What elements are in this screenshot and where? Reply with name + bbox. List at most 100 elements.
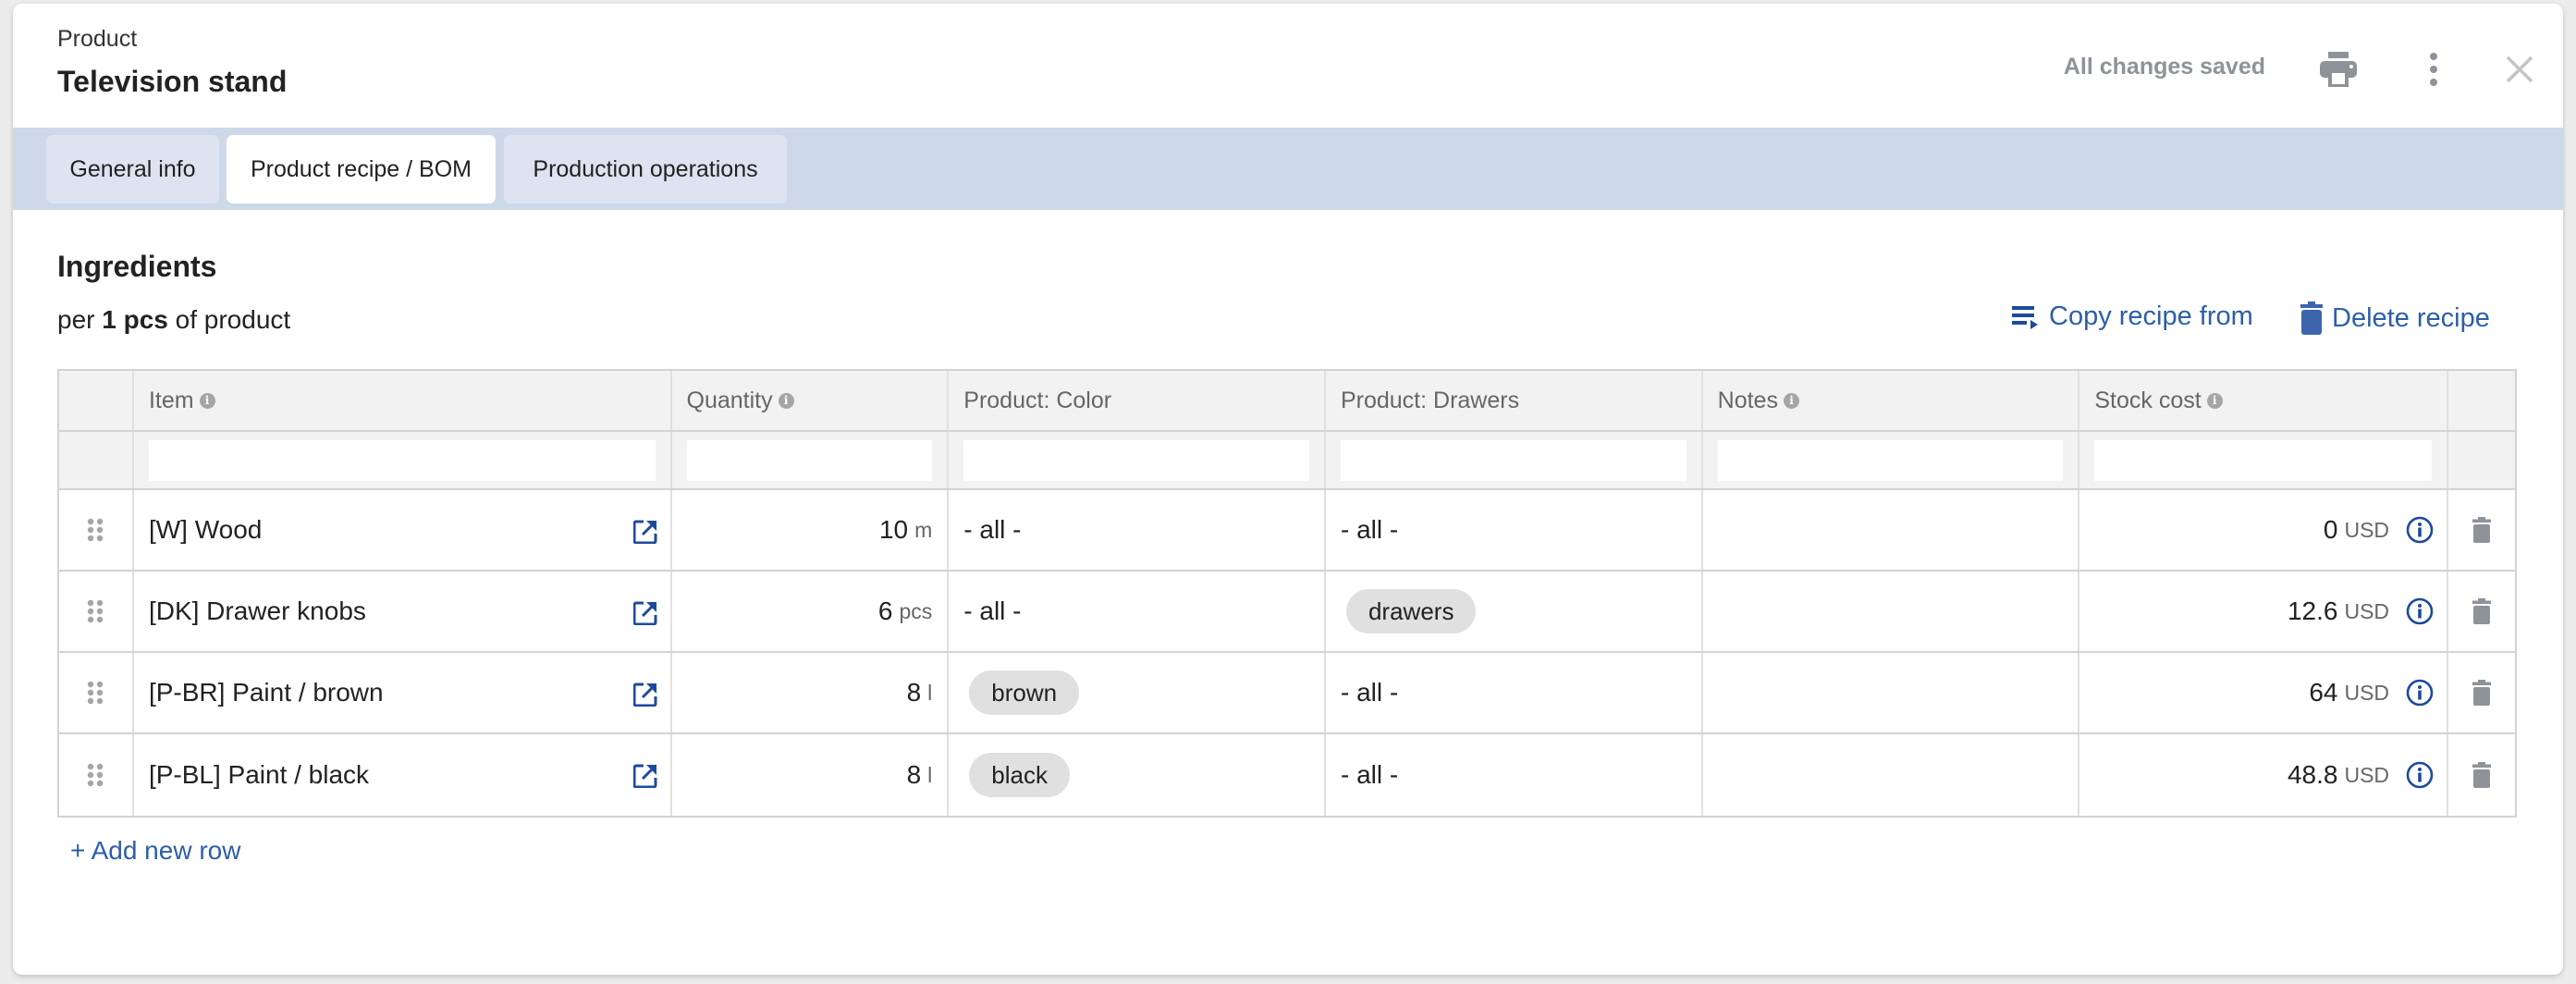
- notes-cell[interactable]: [1703, 653, 2080, 732]
- item-cell[interactable]: [W] Wood: [134, 490, 672, 570]
- column-header-product-color[interactable]: Product: Color: [949, 371, 1326, 430]
- notes-filter-input[interactable]: [1717, 439, 2064, 481]
- open-in-new-icon[interactable]: [632, 520, 657, 544]
- quantity-cell[interactable]: 10 m: [672, 490, 950, 570]
- table-body: [W] Wood 10 m - all - - all - 0 USD [DK]…: [59, 490, 2515, 816]
- recipe-basis: per 1 pcs of product: [57, 305, 290, 335]
- quantity-value: 10: [878, 515, 909, 544]
- color-value: - all -: [963, 515, 1022, 544]
- drag-column-header: [59, 371, 134, 430]
- stock-cost-cell: 0 USD: [2079, 490, 2449, 570]
- quantity-unit: m: [914, 517, 933, 542]
- tab-production-operations[interactable]: Production operations: [504, 135, 787, 203]
- info-icon[interactable]: i: [199, 392, 215, 409]
- drag-handle[interactable]: [59, 734, 134, 816]
- add-new-row-button[interactable]: + Add new row: [70, 836, 240, 866]
- product-drawers-cell[interactable]: - all -: [1326, 653, 1703, 732]
- drawers-value: - all -: [1340, 760, 1399, 789]
- delete-row-icon[interactable]: [2472, 598, 2492, 624]
- drag-handle-icon: [88, 518, 104, 542]
- tab-general-info[interactable]: General info: [46, 135, 219, 203]
- delete-row-cell: [2448, 734, 2515, 816]
- info-icon[interactable]: [2406, 597, 2434, 625]
- stock-cost-value: 0: [2323, 515, 2338, 544]
- product-drawers-cell[interactable]: - all -: [1326, 734, 1703, 816]
- quantity-value: 8: [906, 678, 922, 707]
- recipe-basis-amount: 1 pcs: [102, 305, 168, 334]
- close-icon: [2506, 55, 2533, 83]
- print-icon: [2320, 52, 2357, 87]
- info-icon[interactable]: i: [1783, 392, 1799, 409]
- product-color-cell[interactable]: - all -: [949, 490, 1326, 570]
- item-cell[interactable]: [P-BR] Paint / brown: [134, 653, 672, 732]
- info-icon[interactable]: i: [778, 392, 794, 409]
- filter-spacer: [59, 432, 134, 488]
- item-filter-input[interactable]: [148, 439, 656, 481]
- table-row: [W] Wood 10 m - all - - all - 0 USD: [59, 490, 2515, 572]
- product-color-cell[interactable]: black: [949, 734, 1326, 816]
- stock-cost-filter-input[interactable]: [2094, 439, 2433, 481]
- column-header-stock-cost[interactable]: Stock cost i: [2079, 371, 2449, 430]
- stock-cost-value: 64: [2309, 678, 2338, 707]
- item-cell[interactable]: [DK] Drawer knobs: [134, 572, 672, 651]
- column-header-item[interactable]: Item i: [134, 371, 672, 430]
- column-header-notes[interactable]: Notes i: [1703, 371, 2080, 430]
- more-vertical-icon: [2430, 53, 2437, 86]
- copy-recipe-button[interactable]: Copy recipe from: [2012, 301, 2253, 332]
- quantity-cell[interactable]: 6 pcs: [672, 572, 950, 651]
- product-color-cell[interactable]: - all -: [949, 572, 1326, 651]
- open-in-new-icon[interactable]: [632, 601, 657, 625]
- product-title: Television stand: [57, 65, 288, 98]
- notes-cell[interactable]: [1703, 490, 2080, 570]
- quantity-filter-input[interactable]: [686, 439, 933, 481]
- delete-row-icon[interactable]: [2472, 680, 2492, 706]
- drag-handle[interactable]: [59, 572, 134, 651]
- copy-recipe-label: Copy recipe from: [2049, 301, 2253, 331]
- drawers-filter-input[interactable]: [1340, 439, 1687, 481]
- quantity-cell[interactable]: 8l: [672, 734, 950, 816]
- item-name: [DK] Drawer knobs: [148, 597, 366, 625]
- ingredients-table: Item i Quantity i Product: Color Product: …: [57, 369, 2517, 818]
- item-cell[interactable]: [P-BL] Paint / black: [134, 734, 672, 816]
- currency: USD: [2344, 517, 2390, 542]
- item-name: [W] Wood: [148, 515, 263, 544]
- drag-handle[interactable]: [59, 490, 134, 570]
- info-icon[interactable]: i: [2206, 392, 2223, 409]
- drawers-chip: drawers: [1345, 589, 1477, 633]
- tab-bar: General info Product recipe / BOM Produc…: [13, 128, 2563, 210]
- print-button[interactable]: [2315, 46, 2361, 92]
- more-options-button[interactable]: [2415, 46, 2452, 92]
- quantity-unit: l: [927, 762, 933, 787]
- notes-cell[interactable]: [1703, 734, 2080, 816]
- color-filter-input[interactable]: [963, 439, 1309, 481]
- delete-recipe-label: Delete recipe: [2332, 302, 2490, 333]
- quantity-cell[interactable]: 8l: [672, 653, 950, 732]
- delete-row-icon[interactable]: [2472, 762, 2492, 788]
- tab-product-recipe-bom[interactable]: Product recipe / BOM: [227, 135, 496, 203]
- info-icon[interactable]: [2406, 679, 2434, 707]
- product-drawers-cell[interactable]: - all -: [1326, 490, 1703, 570]
- stock-cost-cell: 48.8 USD: [2079, 734, 2449, 816]
- info-icon[interactable]: [2406, 516, 2434, 544]
- product-color-cell[interactable]: brown: [949, 653, 1326, 732]
- open-in-new-icon[interactable]: [632, 764, 657, 788]
- drag-handle[interactable]: [59, 653, 134, 732]
- close-button[interactable]: [2496, 46, 2543, 92]
- column-header-quantity[interactable]: Quantity i: [672, 371, 950, 430]
- product-drawers-cell[interactable]: drawers: [1326, 572, 1703, 651]
- drag-handle-icon: [88, 681, 104, 705]
- open-in-new-icon[interactable]: [632, 683, 657, 707]
- stock-cost-value: 12.6: [2287, 597, 2338, 625]
- delete-row-cell: [2448, 572, 2515, 651]
- drag-handle-icon: [88, 763, 104, 787]
- delete-row-icon[interactable]: [2472, 517, 2492, 543]
- delete-recipe-button[interactable]: Delete recipe: [2300, 301, 2490, 335]
- dialog-eyebrow: Product: [57, 26, 138, 52]
- actions-column-header: [2448, 371, 2515, 430]
- notes-cell[interactable]: [1703, 572, 2080, 651]
- column-header-product-drawers[interactable]: Product: Drawers: [1326, 371, 1703, 430]
- delete-row-cell: [2448, 653, 2515, 732]
- recipe-basis-prefix: per: [57, 305, 95, 334]
- info-icon[interactable]: [2406, 761, 2434, 789]
- drawers-value: - all -: [1340, 678, 1399, 707]
